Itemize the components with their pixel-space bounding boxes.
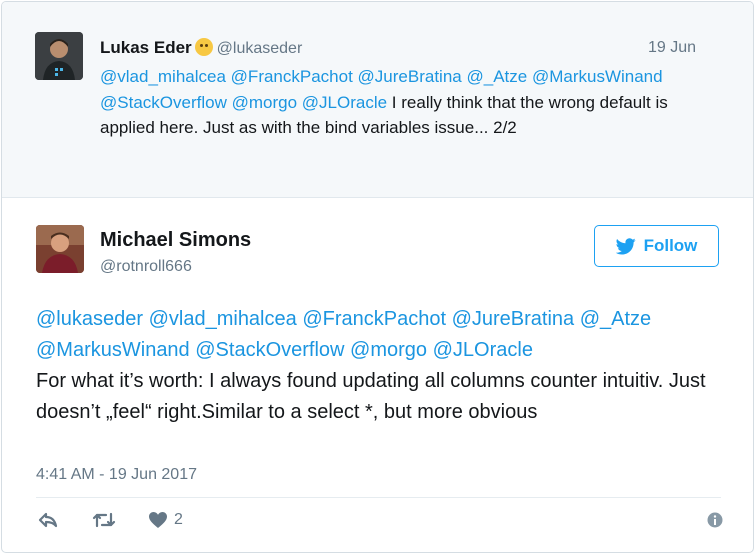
tweet-date[interactable]: 19 Jun [648, 39, 696, 57]
mention-link[interactable]: @JureBratina [358, 67, 462, 86]
retweet-icon [92, 512, 116, 528]
parent-tweet-header: Lukas Eder @lukaseder [100, 38, 302, 58]
follow-label: Follow [643, 236, 698, 255]
follow-button[interactable]: Follow [594, 225, 719, 267]
avatar-michael-simons[interactable] [36, 225, 84, 273]
mention-link[interactable]: @FranckPachot [302, 308, 446, 330]
info-button[interactable] [706, 511, 724, 529]
mention-link[interactable]: @vlad_mihalcea [100, 67, 226, 86]
mention-link[interactable]: @JLOracle [433, 339, 533, 361]
like-button[interactable]: 2 [148, 507, 183, 533]
info-icon [707, 512, 723, 528]
mention-link[interactable]: @JureBratina [452, 308, 575, 330]
retweet-button[interactable] [92, 507, 116, 533]
divider [36, 497, 721, 498]
mention-link[interactable]: @StackOverflow [195, 339, 344, 361]
mention-link[interactable]: @FranckPachot [231, 67, 353, 86]
parent-tweet[interactable]: Lukas Eder @lukaseder 19 Jun @vlad_mihalc… [2, 2, 753, 198]
twitter-bird-icon [615, 237, 636, 254]
author-handle[interactable]: @rotnroll666 [100, 258, 192, 276]
mention-link[interactable]: @_Atze [466, 67, 527, 86]
mention-link[interactable]: @morgo [232, 93, 297, 112]
avatar-lukas-eder[interactable] [35, 32, 83, 80]
reply-button[interactable] [38, 507, 58, 533]
author-handle[interactable]: @lukaseder [217, 40, 303, 57]
mention-link[interactable]: @vlad_mihalcea [149, 308, 297, 330]
heart-icon [149, 512, 167, 528]
reply-icon [38, 512, 58, 528]
mention-link[interactable]: @StackOverflow [100, 93, 227, 112]
mention-link[interactable]: @lukaseder [36, 308, 143, 330]
mention-link[interactable]: @MarkusWinand [532, 67, 663, 86]
author-name[interactable]: Lukas Eder [100, 38, 192, 57]
author-name[interactable]: Michael Simons [100, 229, 251, 252]
main-tweet-body: For what it’s worth: I always found upda… [36, 370, 706, 423]
mention-link[interactable]: @_Atze [580, 308, 651, 330]
parent-tweet-text: @vlad_mihalcea @FranckPachot @JureBratin… [100, 64, 720, 141]
tweet-embed: Lukas Eder @lukaseder 19 Jun @vlad_mihalc… [1, 1, 754, 553]
like-count: 2 [174, 511, 183, 528]
thinking-face-icon [194, 38, 213, 56]
mention-link[interactable]: @morgo [350, 339, 427, 361]
mention-link[interactable]: @JLOracle [302, 93, 387, 112]
mention-link[interactable]: @MarkusWinand [36, 339, 190, 361]
tweet-actions: 2 [36, 507, 726, 537]
main-tweet-text: @lukaseder @vlad_mihalcea @FranckPachot … [36, 304, 726, 428]
tweet-timestamp[interactable]: 4:41 AM - 19 Jun 2017 [36, 466, 197, 484]
